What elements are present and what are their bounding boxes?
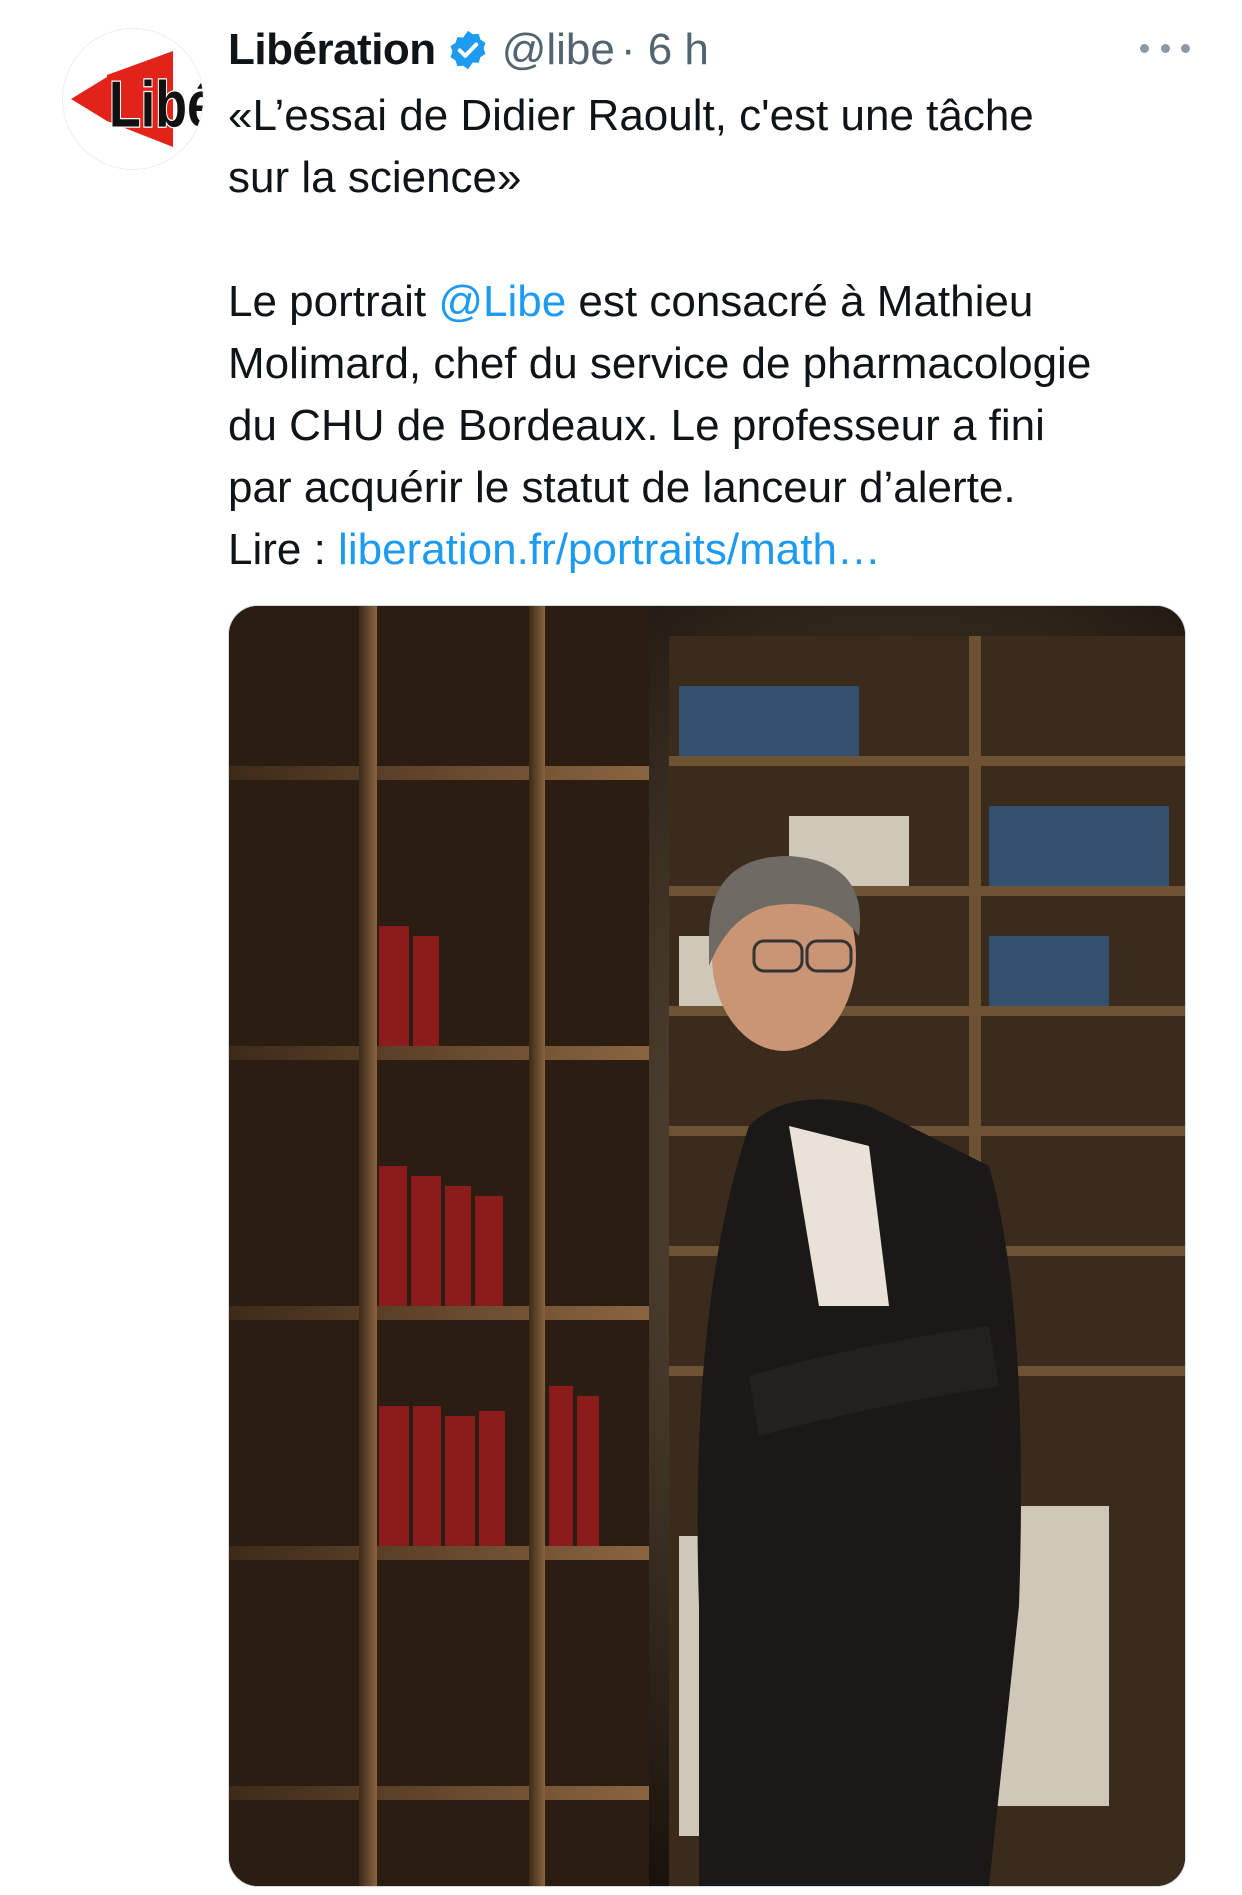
tweet-text: «L’essai de Didier Raoult, c'est une tâc…: [228, 85, 1208, 581]
read-line: Lire : liberation.fr/portraits/math…: [228, 519, 1208, 581]
author-name[interactable]: Libération: [228, 25, 436, 75]
verified-badge-icon: [446, 28, 490, 72]
paragraph-line-2: Molimard, chef du service de pharmacolog…: [228, 339, 1092, 388]
article-link[interactable]: liberation.fr/portraits/math…: [338, 525, 881, 574]
portrait-photo: [229, 606, 1185, 1886]
avatar-logo-text: Libé: [109, 69, 203, 141]
paragraph-prefix: Le portrait: [228, 277, 439, 326]
paragraph-line-4: par acquérir le statut de lanceur d’aler…: [228, 463, 1016, 512]
paragraph-line-1: Le portrait @Libe est consacré à Mathieu: [228, 271, 1208, 333]
read-prefix: Lire :: [228, 525, 339, 574]
author-handle[interactable]: @libe: [502, 25, 615, 75]
tweet-header: Libération @libe · 6 h: [228, 22, 709, 78]
mention-link[interactable]: @Libe: [438, 277, 566, 326]
author-avatar[interactable]: Libé: [62, 28, 204, 170]
tweet-media-photo[interactable]: [228, 605, 1186, 1887]
paragraph-after-mention: est consacré à Mathieu: [566, 277, 1034, 326]
liberation-logo: Libé: [71, 51, 203, 147]
post-time[interactable]: · 6 h: [621, 25, 709, 75]
quote-line-2: sur la science»: [228, 153, 522, 202]
more-icon[interactable]: [1140, 28, 1190, 68]
paragraph-line-3: du CHU de Bordeaux. Le professeur a fini: [228, 401, 1045, 450]
quote-line-1: «L’essai de Didier Raoult, c'est une tâc…: [228, 91, 1034, 140]
